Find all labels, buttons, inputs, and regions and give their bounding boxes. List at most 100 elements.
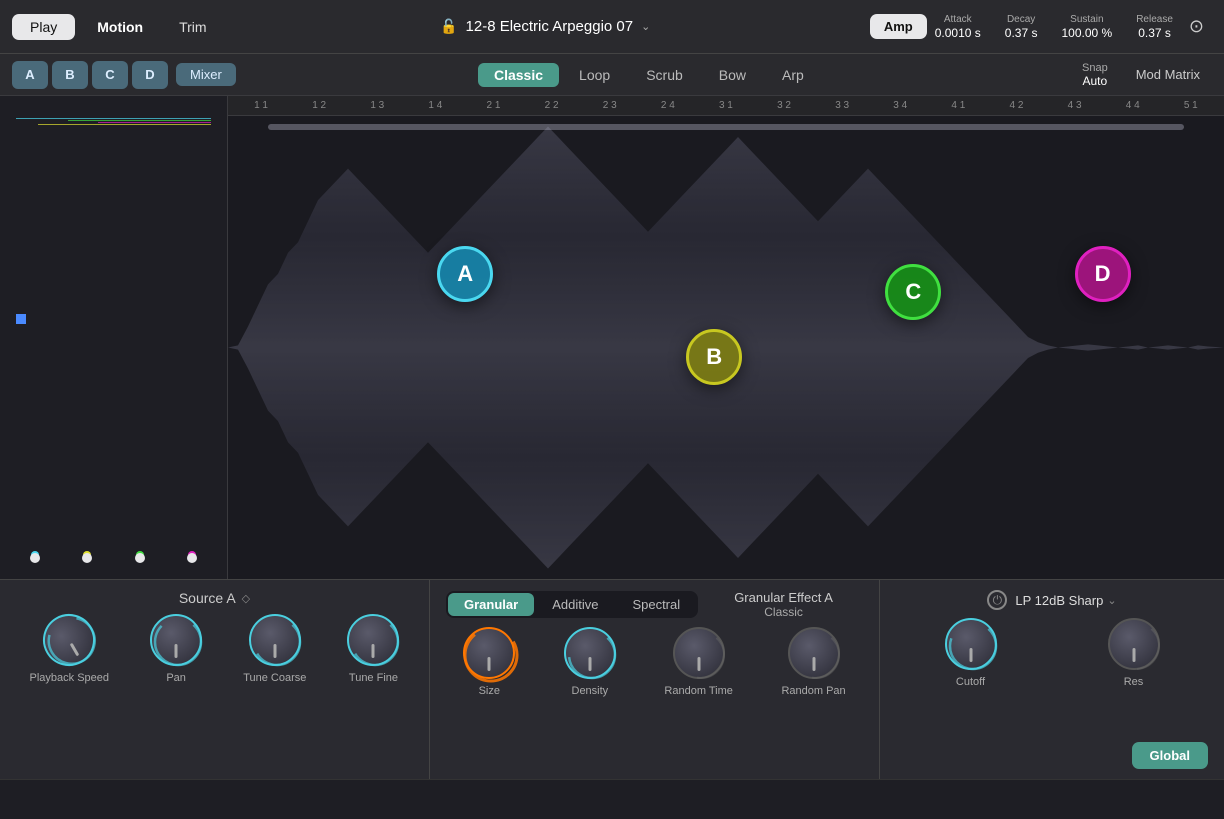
random-time-label: Random Time [664, 685, 732, 697]
playback-speed-group: Playback Speed [30, 614, 110, 684]
random-time-knob[interactable] [673, 627, 725, 679]
more-button[interactable]: ⊙ [1181, 12, 1212, 41]
cutoff-knob[interactable] [945, 618, 997, 670]
envelope-params: Attack 0.0010 s Decay 0.37 s Sustain 100… [935, 14, 1173, 40]
granular-knobs: Size Density Random Time [446, 627, 863, 769]
ruler: 1 1 1 2 1 3 1 4 2 1 2 2 2 3 2 4 3 1 3 2 … [228, 96, 1224, 116]
lock-icon[interactable]: 🔓 [440, 18, 457, 35]
pad-d-button[interactable]: D [132, 61, 168, 89]
playback-speed-label: Playback Speed [30, 672, 110, 684]
filter-chevron-icon[interactable]: ⌄ [1107, 594, 1116, 607]
preset-chevron-icon[interactable]: ⌄ [641, 20, 650, 33]
attack-param: Attack 0.0010 s [935, 14, 981, 40]
sustain-label: Sustain [1070, 14, 1103, 25]
sustain-value[interactable]: 100.00 % [1061, 26, 1112, 40]
size-label: Size [479, 685, 500, 697]
tick-1-2: 1 2 [301, 100, 337, 111]
lane-d-handle[interactable] [187, 553, 197, 563]
tune-coarse-group: Tune Coarse [243, 614, 306, 684]
tick-1-1: 1 1 [243, 100, 279, 111]
lane-d [169, 551, 215, 563]
pad-marker-d[interactable]: D [1075, 246, 1131, 302]
waveform-area[interactable]: 1 1 1 2 1 3 1 4 2 1 2 2 2 3 2 4 3 1 3 2 … [228, 96, 1224, 579]
res-knob[interactable] [1108, 618, 1160, 670]
mode-bow-tab[interactable]: Bow [703, 63, 762, 87]
lane-c-handle[interactable] [135, 553, 145, 563]
tick-3-2: 3 2 [766, 100, 802, 111]
pad-b-button[interactable]: B [52, 61, 88, 89]
lane-b-handle[interactable] [82, 553, 92, 563]
preset-name: 12-8 Electric Arpeggio 07 [466, 18, 634, 35]
decay-label: Decay [1007, 14, 1035, 25]
tune-coarse-knob[interactable] [249, 614, 301, 666]
granular-tab[interactable]: Granular [448, 593, 534, 616]
mode-loop-tab[interactable]: Loop [563, 63, 626, 87]
granular-header: Granular Additive Spectral Granular Effe… [446, 590, 863, 619]
second-bar: A B C D Mixer Classic Loop Scrub Bow Arp… [0, 54, 1224, 96]
tune-fine-group: Tune Fine [347, 614, 399, 684]
size-knob[interactable] [463, 627, 515, 679]
filter-header: ⏻ LP 12dB Sharp ⌄ [896, 590, 1208, 610]
pad-marker-b[interactable]: B [686, 329, 742, 385]
trim-tab[interactable]: Trim [165, 14, 220, 40]
additive-tab[interactable]: Additive [536, 593, 614, 616]
mode-arp-tab[interactable]: Arp [766, 63, 820, 87]
preset-area: 🔓 12-8 Electric Arpeggio 07 ⌄ [229, 18, 862, 35]
density-knob[interactable] [564, 627, 616, 679]
source-section: Source A ◇ Playback Speed Pan [0, 580, 430, 779]
random-pan-knob[interactable] [788, 627, 840, 679]
source-knobs: Playback Speed Pan Tune Coarse [16, 614, 413, 769]
main-area: 1 1 1 2 1 3 1 4 2 1 2 2 2 3 2 4 3 1 3 2 … [0, 96, 1224, 579]
lane-a-handle[interactable] [30, 553, 40, 563]
snap-area: Snap Auto [1082, 62, 1108, 88]
snap-value[interactable]: Auto [1083, 74, 1108, 88]
spectral-tab[interactable]: Spectral [616, 593, 696, 616]
mixer-button[interactable]: Mixer [176, 63, 236, 86]
tune-coarse-label: Tune Coarse [243, 672, 306, 684]
attack-value[interactable]: 0.0010 s [935, 26, 981, 40]
release-param: Release 0.37 s [1136, 14, 1173, 40]
decay-value[interactable]: 0.37 s [1005, 26, 1038, 40]
mod-matrix-button[interactable]: Mod Matrix [1124, 63, 1212, 86]
tick-4-3: 4 3 [1057, 100, 1093, 111]
mode-scrub-tab[interactable]: Scrub [630, 63, 699, 87]
tick-2-2: 2 2 [534, 100, 570, 111]
tune-fine-knob[interactable] [347, 614, 399, 666]
filter-section: ⏻ LP 12dB Sharp ⌄ Cutoff [880, 580, 1224, 779]
pad-c-button[interactable]: C [92, 61, 128, 89]
tune-fine-label: Tune Fine [349, 672, 398, 684]
playback-speed-knob[interactable] [34, 604, 105, 675]
global-button[interactable]: Global [1132, 742, 1208, 769]
density-group: Density [564, 627, 616, 697]
play-button[interactable]: Play [12, 14, 75, 40]
pan-knob[interactable] [150, 614, 202, 666]
filter-name-label: LP 12dB Sharp [1015, 593, 1103, 608]
tick-3-3: 3 3 [824, 100, 860, 111]
effect-title: Granular Effect A [704, 590, 863, 605]
attack-label: Attack [944, 14, 972, 25]
granular-section: Granular Additive Spectral Granular Effe… [430, 580, 880, 779]
tick-2-3: 2 3 [592, 100, 628, 111]
release-label: Release [1136, 14, 1173, 25]
mode-classic-tab[interactable]: Classic [478, 63, 559, 87]
res-group: Res [1108, 618, 1160, 688]
pad-a-button[interactable]: A [12, 61, 48, 89]
tick-3-1: 3 1 [708, 100, 744, 111]
tick-5-1: 5 1 [1173, 100, 1209, 111]
waveform-canvas[interactable]: A B C D [228, 116, 1224, 579]
tick-1-3: 1 3 [359, 100, 395, 111]
release-value[interactable]: 0.37 s [1138, 26, 1171, 40]
amp-button[interactable]: Amp [870, 14, 927, 39]
source-header: Source A ◇ [16, 590, 413, 606]
filter-power-button[interactable]: ⏻ [987, 590, 1007, 610]
tick-2-1: 2 1 [475, 100, 511, 111]
source-chevron-icon[interactable]: ◇ [242, 592, 250, 605]
tick-4-4: 4 4 [1115, 100, 1151, 111]
lane-a [12, 551, 58, 563]
pad-marker-a[interactable]: A [437, 246, 493, 302]
top-bar: Play Motion Trim 🔓 12-8 Electric Arpeggi… [0, 0, 1224, 54]
tick-4-1: 4 1 [940, 100, 976, 111]
pan-group: Pan [150, 614, 202, 684]
selection-bar[interactable] [268, 124, 1184, 130]
motion-tab[interactable]: Motion [83, 14, 157, 40]
